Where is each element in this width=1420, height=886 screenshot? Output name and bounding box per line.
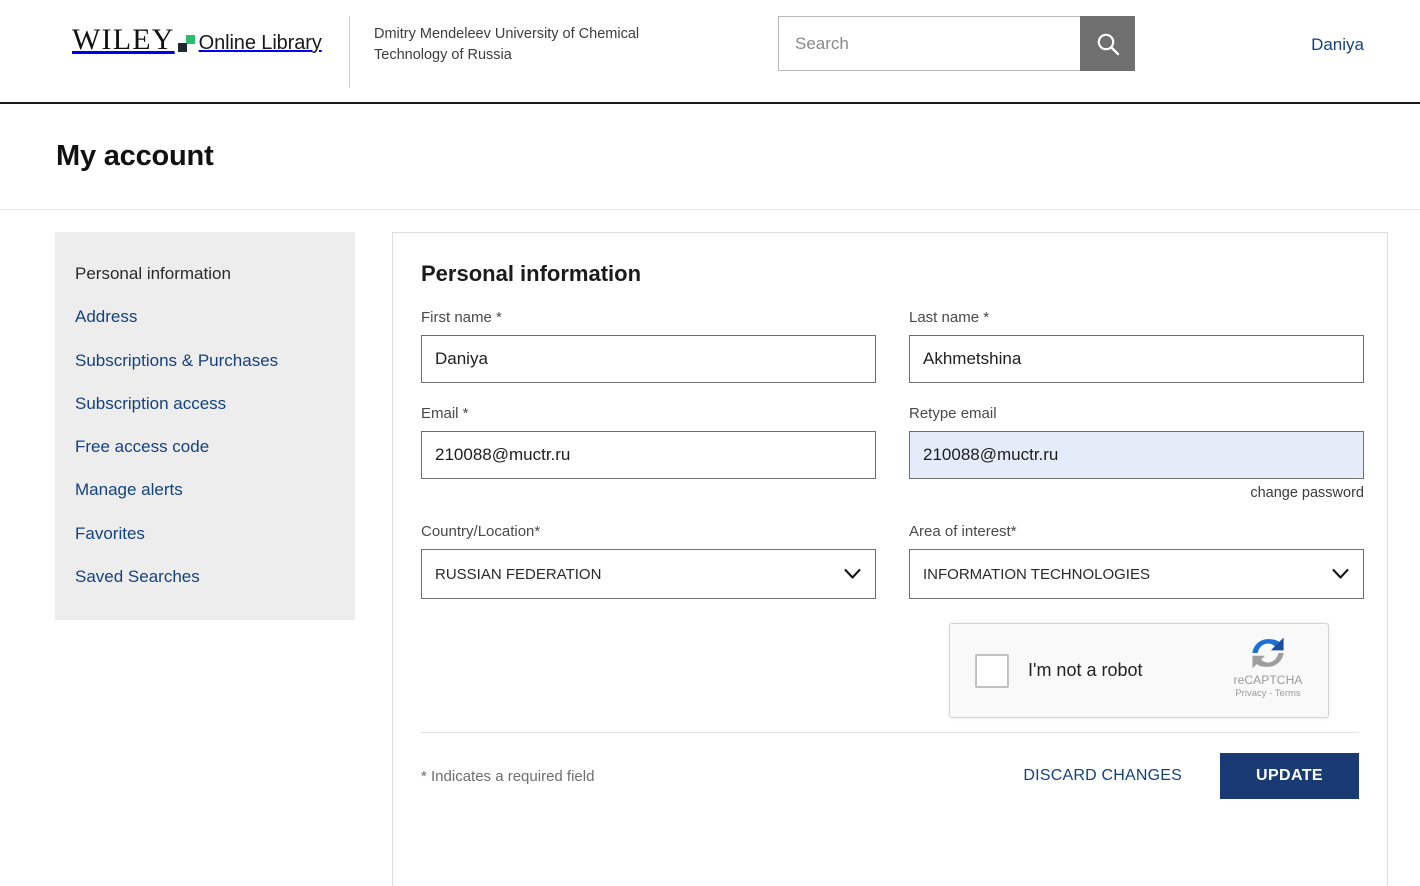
sidebar-item-manage-alerts[interactable]: Manage alerts bbox=[55, 468, 355, 511]
sidebar-item-subscriptions-purchases[interactable]: Subscriptions & Purchases bbox=[55, 339, 355, 382]
page-title: My account bbox=[0, 140, 214, 173]
email-label: Email * bbox=[421, 405, 876, 422]
first-name-field: First name * bbox=[421, 309, 876, 383]
sidebar-item-subscription-access[interactable]: Subscription access bbox=[55, 382, 355, 425]
sidebar-item-address[interactable]: Address bbox=[55, 295, 355, 338]
search-bar bbox=[778, 16, 1135, 71]
recaptcha-privacy-link[interactable]: Privacy bbox=[1235, 688, 1266, 699]
recaptcha-checkbox-label: I'm not a robot bbox=[1028, 660, 1143, 681]
first-name-label: First name * bbox=[421, 309, 876, 326]
wiley-squares-icon bbox=[178, 35, 195, 52]
search-button[interactable] bbox=[1080, 16, 1135, 71]
account-sidebar: Personal information Address Subscriptio… bbox=[55, 232, 355, 620]
sidebar-item-favorites[interactable]: Favorites bbox=[55, 512, 355, 555]
sidebar-item-personal-information[interactable]: Personal information bbox=[55, 252, 355, 295]
recaptcha-logo-icon bbox=[1222, 634, 1314, 672]
area-of-interest-field: Area of interest* INFORMATION TECHNOLOGI… bbox=[909, 523, 1364, 599]
recaptcha-checkbox[interactable] bbox=[975, 654, 1009, 688]
last-name-input[interactable] bbox=[909, 335, 1364, 383]
country-select[interactable]: RUSSIAN FEDERATION bbox=[421, 549, 876, 599]
recaptcha-brand-name: reCAPTCHA bbox=[1222, 673, 1314, 687]
recaptcha-branding: reCAPTCHA Privacy - Terms bbox=[1222, 634, 1314, 701]
update-button[interactable]: UPDATE bbox=[1220, 753, 1359, 799]
card-footer: * Indicates a required field DISCARD CHA… bbox=[393, 733, 1387, 825]
area-of-interest-select[interactable]: INFORMATION TECHNOLOGIES bbox=[909, 549, 1364, 599]
header-divider bbox=[349, 16, 350, 88]
last-name-label: Last name * bbox=[909, 309, 1364, 326]
recaptcha-legal-separator: - bbox=[1269, 688, 1272, 699]
email-input[interactable] bbox=[421, 431, 876, 479]
search-icon bbox=[1094, 30, 1122, 58]
sidebar-item-free-access-code[interactable]: Free access code bbox=[55, 425, 355, 468]
search-input[interactable] bbox=[779, 17, 1080, 70]
sidebar-item-saved-searches[interactable]: Saved Searches bbox=[55, 555, 355, 598]
page-title-band: My account bbox=[0, 104, 1420, 210]
institution-name: Dmitry Mendeleev University of Chemical … bbox=[374, 24, 704, 65]
wiley-online-library-logo[interactable]: WILEY Online Library bbox=[72, 25, 322, 55]
content-area: Personal information Address Subscriptio… bbox=[0, 210, 1420, 885]
recaptcha-widget[interactable]: I'm not a robot reCAPTCHA Privacy bbox=[949, 623, 1329, 718]
online-library-label: Online Library bbox=[199, 32, 322, 55]
country-field: Country/Location* RUSSIAN FEDERATION bbox=[421, 523, 876, 599]
personal-information-form: First name * Last name * Email * Retype … bbox=[421, 309, 1359, 621]
discard-changes-button[interactable]: DISCARD CHANGES bbox=[1023, 767, 1182, 785]
recaptcha-terms-link[interactable]: Terms bbox=[1275, 688, 1301, 699]
personal-information-card: Personal information First name * Last n… bbox=[392, 232, 1388, 886]
retype-email-input[interactable] bbox=[909, 431, 1364, 479]
section-title: Personal information bbox=[421, 261, 1359, 287]
site-header: WILEY Online Library Dmitry Mendeleev Un… bbox=[0, 0, 1420, 104]
last-name-field: Last name * bbox=[909, 309, 1364, 383]
area-of-interest-label: Area of interest* bbox=[909, 523, 1364, 540]
footer-actions: DISCARD CHANGES UPDATE bbox=[1023, 753, 1359, 799]
retype-email-label: Retype email bbox=[909, 405, 1364, 422]
retype-email-field: Retype email change password bbox=[909, 405, 1364, 501]
recaptcha-legal-links: Privacy - Terms bbox=[1222, 688, 1314, 700]
recaptcha-row: I'm not a robot reCAPTCHA Privacy bbox=[421, 623, 1359, 718]
email-field: Email * bbox=[421, 405, 876, 501]
country-label: Country/Location* bbox=[421, 523, 876, 540]
wiley-wordmark: WILEY bbox=[72, 25, 175, 55]
user-account-link[interactable]: Daniya bbox=[1311, 35, 1364, 55]
change-password-link[interactable]: change password bbox=[909, 485, 1364, 501]
first-name-input[interactable] bbox=[421, 335, 876, 383]
required-field-note: * Indicates a required field bbox=[421, 768, 594, 785]
